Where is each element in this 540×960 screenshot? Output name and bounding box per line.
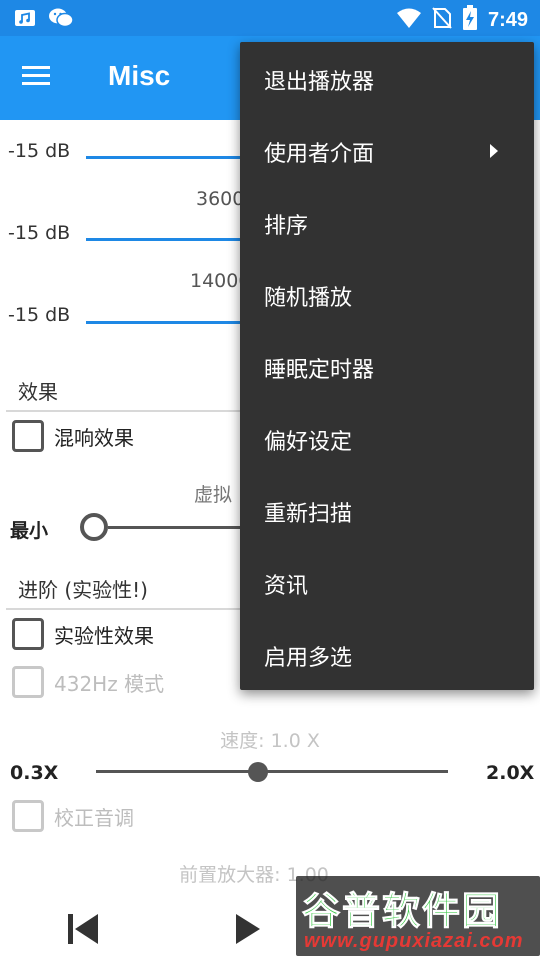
speed-slider-track[interactable] [96, 770, 448, 773]
menu-item-label: 资讯 [264, 574, 309, 599]
advanced-section-title: 进阶 (实验性!) [18, 578, 148, 602]
skip-previous-icon[interactable] [66, 912, 100, 950]
virtualizer-min-label: 最小 [10, 520, 49, 542]
menu-item-label: 退出播放器 [264, 70, 375, 95]
pitch-checkbox[interactable] [12, 800, 44, 832]
reverb-checkbox-row[interactable]: 混响效果 [12, 420, 134, 452]
menu-item-exit-player[interactable]: 退出播放器 [240, 42, 534, 114]
reverb-label: 混响效果 [54, 425, 134, 450]
menu-item-multi-select[interactable]: 启用多选 [240, 618, 534, 690]
watermark-logo: 谷普软件园 www.gupuxiazai.com [296, 876, 540, 956]
battery-charging-icon [462, 5, 478, 35]
page-title: Misc [108, 60, 171, 91]
speed-slider-thumb[interactable] [248, 762, 268, 782]
hz432-checkbox[interactable] [12, 666, 44, 698]
menu-item-label: 偏好设定 [264, 430, 353, 455]
menu-item-rescan[interactable]: 重新扫描 [240, 474, 534, 546]
speed-max-label: 2.0X [486, 762, 535, 784]
submenu-arrow-icon [490, 144, 498, 158]
menu-item-sleep-timer[interactable]: 睡眠定时器 [240, 330, 534, 402]
menu-item-user-interface[interactable]: 使用者介面 [240, 114, 534, 186]
hz432-checkbox-row[interactable]: 432Hz 模式 [12, 666, 164, 698]
menu-item-label: 排序 [264, 214, 309, 239]
menu-item-label: 随机播放 [264, 286, 353, 311]
experimental-label: 实验性效果 [54, 623, 154, 648]
eq-band-gain: -15 dB [8, 140, 71, 162]
music-notification-icon [14, 7, 36, 33]
menu-item-info[interactable]: 资讯 [240, 546, 534, 618]
wifi-icon [396, 7, 422, 33]
menu-item-label: 使用者介面 [264, 142, 375, 167]
status-bar-system: 7:49 [396, 5, 528, 35]
watermark-url: www.gupuxiazai.com [304, 930, 524, 952]
clock: 7:49 [487, 8, 528, 31]
menu-item-preferences[interactable]: 偏好设定 [240, 402, 534, 474]
pitch-checkbox-row[interactable]: 校正音调 [12, 800, 134, 832]
watermark-title: 谷普软件园 [301, 889, 503, 934]
speed-min-label: 0.3X [10, 762, 59, 784]
menu-item-label: 睡眠定时器 [264, 358, 375, 383]
hamburger-menu-icon[interactable] [22, 62, 62, 94]
effects-section-title: 效果 [18, 380, 58, 404]
experimental-checkbox[interactable] [12, 618, 44, 650]
virtualizer-slider-thumb[interactable] [80, 513, 108, 541]
pitch-label: 校正音调 [54, 805, 134, 830]
menu-item-sort[interactable]: 排序 [240, 186, 534, 258]
speed-label: 速度: 1.0 X [220, 730, 320, 752]
status-bar-notifications [14, 7, 74, 33]
menu-item-label: 启用多选 [264, 646, 353, 671]
hz432-label: 432Hz 模式 [54, 671, 165, 696]
virtualizer-label: 虚拟 [194, 484, 233, 506]
overflow-menu: 退出播放器 使用者介面 排序 随机播放 睡眠定时器 偏好设定 重新扫描 资讯 启… [240, 42, 534, 690]
eq-band-frequency: 3600 [196, 188, 245, 210]
eq-band-gain: -15 dB [8, 222, 71, 244]
eq-band-gain: -15 dB [8, 304, 71, 326]
menu-item-shuffle[interactable]: 随机播放 [240, 258, 534, 330]
status-bar: 7:49 [0, 0, 540, 36]
reverb-checkbox[interactable] [12, 420, 44, 452]
play-icon[interactable] [234, 912, 262, 950]
wechat-icon [48, 7, 74, 33]
menu-item-label: 重新扫描 [264, 502, 353, 527]
no-sim-icon [432, 6, 452, 34]
experimental-checkbox-row[interactable]: 实验性效果 [12, 618, 154, 650]
